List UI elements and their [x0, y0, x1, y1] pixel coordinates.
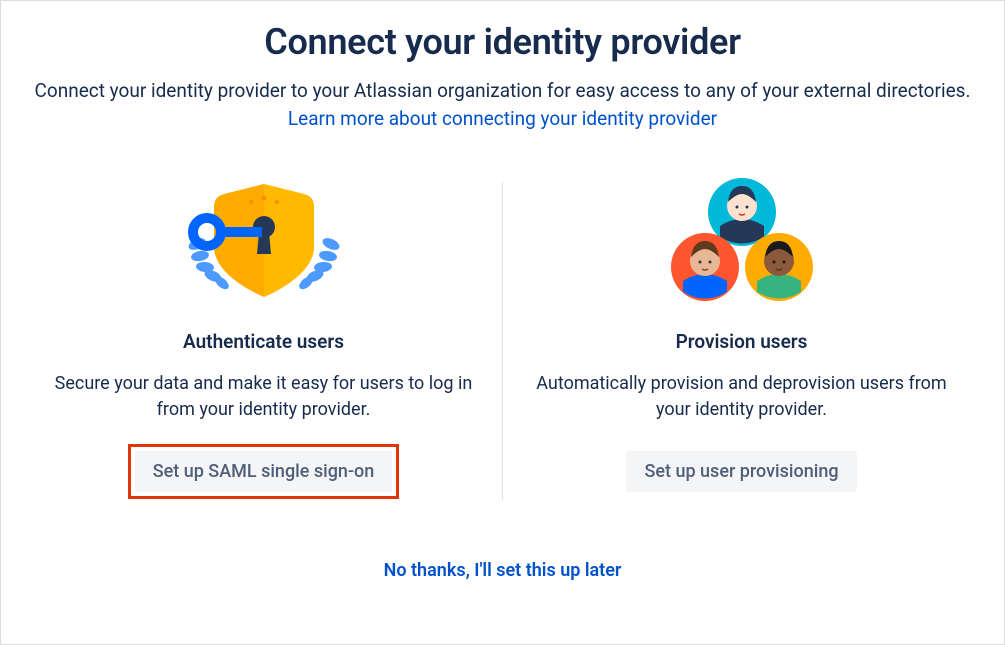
page-title: Connect your identity provider	[264, 21, 741, 63]
option-cards-row: Authenticate users Secure your data and …	[25, 162, 980, 520]
shield-key-icon	[169, 172, 359, 312]
subtitle-text: Connect your identity provider to your A…	[35, 79, 971, 102]
users-group-icon	[657, 172, 827, 312]
setup-provisioning-button[interactable]: Set up user provisioning	[626, 451, 856, 492]
authenticate-desc: Secure your data and make it easy for us…	[53, 371, 474, 427]
provision-card: Provision users Automatically provision …	[503, 162, 980, 520]
authenticate-card: Authenticate users Secure your data and …	[25, 162, 502, 520]
provision-desc: Automatically provision and deprovision …	[531, 371, 952, 427]
skip-link[interactable]: No thanks, I'll set this up later	[384, 560, 622, 581]
authenticate-title: Authenticate users	[183, 330, 344, 353]
provision-title: Provision users	[676, 330, 808, 353]
page-subtitle: Connect your identity provider to your A…	[33, 77, 973, 132]
setup-saml-button[interactable]: Set up SAML single sign-on	[135, 451, 393, 492]
learn-more-link[interactable]: Learn more about connecting your identit…	[288, 107, 717, 130]
